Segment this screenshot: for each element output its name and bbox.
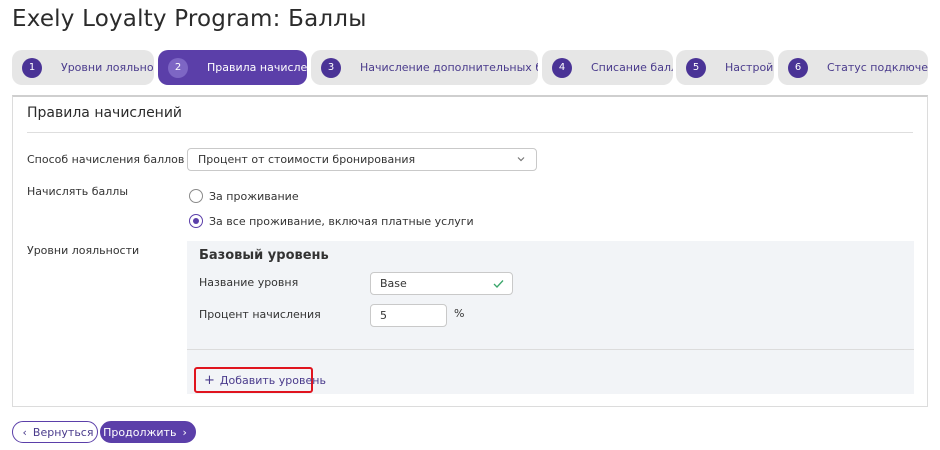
radio-button-selected[interactable] bbox=[189, 214, 203, 228]
level-name-input[interactable]: Base bbox=[370, 272, 513, 295]
radio-button[interactable] bbox=[189, 189, 203, 203]
check-icon bbox=[493, 280, 504, 288]
tab-label: Уровни лояльности bbox=[61, 61, 154, 74]
accrual-method-label: Способ начисления баллов bbox=[27, 153, 185, 166]
loyalty-levels-label: Уровни лояльности bbox=[27, 244, 140, 257]
tab-label: Настройки bbox=[725, 61, 774, 74]
radio-label: За все проживание, включая платные услуг… bbox=[209, 214, 474, 228]
continue-label: Продолжить bbox=[103, 425, 177, 439]
tab-label: Статус подключения bbox=[827, 61, 928, 74]
step-number: 6 bbox=[788, 57, 808, 78]
accrual-percent-value: 5 bbox=[380, 309, 387, 322]
accrual-percent-label: Процент начисления bbox=[199, 308, 321, 321]
tab-settings[interactable]: 5 Настройки bbox=[676, 50, 774, 85]
tab-accrual-rules[interactable]: 2 Правила начислений bbox=[158, 50, 307, 85]
tab-points-redemption[interactable]: 4 Списание баллов bbox=[542, 50, 673, 85]
accrual-percent-input[interactable]: 5 bbox=[370, 304, 447, 327]
section-title: Правила начислений bbox=[27, 105, 183, 121]
page-title: Exely Loyalty Program: Баллы bbox=[12, 6, 367, 32]
radio-accommodation-only[interactable]: За проживание bbox=[189, 189, 299, 203]
back-label: Вернуться bbox=[32, 425, 94, 439]
accrual-method-value: Процент от стоимости бронирования bbox=[198, 153, 416, 166]
chevron-down-icon bbox=[517, 157, 525, 162]
step-number: 2 bbox=[168, 57, 188, 78]
level-name-label: Название уровня bbox=[199, 276, 299, 289]
level-name-value: Base bbox=[380, 277, 407, 290]
tab-additional-points[interactable]: 3 Начисление дополнительных баллов bbox=[311, 50, 538, 85]
step-number: 5 bbox=[686, 57, 706, 78]
step-number: 1 bbox=[22, 57, 42, 78]
accrual-method-select[interactable]: Процент от стоимости бронирования bbox=[187, 148, 537, 171]
plus-icon: + bbox=[204, 372, 215, 388]
tab-label: Правила начислений bbox=[207, 61, 307, 74]
add-level-label: Добавить уровень bbox=[219, 373, 326, 387]
accrual-rules-panel: Правила начислений Способ начисления бал… bbox=[12, 95, 928, 407]
levels-divider bbox=[187, 349, 914, 350]
step-number: 3 bbox=[321, 57, 341, 78]
level-title: Базовый уровень bbox=[199, 248, 329, 263]
percent-unit: % bbox=[454, 307, 465, 320]
tab-label: Списание баллов bbox=[591, 61, 673, 74]
radio-label: За проживание bbox=[209, 189, 299, 203]
tab-label: Начисление дополнительных баллов bbox=[360, 61, 538, 74]
section-divider bbox=[27, 132, 913, 133]
back-button[interactable]: ‹ Вернуться bbox=[12, 421, 98, 443]
continue-button[interactable]: Продолжить › bbox=[100, 421, 196, 443]
tab-connection-status[interactable]: 6 Статус подключения bbox=[778, 50, 928, 85]
accrue-points-label: Начислять баллы bbox=[27, 185, 129, 198]
loyalty-levels-box: Базовый уровень Название уровня Base Про… bbox=[187, 241, 914, 394]
add-level-button[interactable]: + Добавить уровень bbox=[194, 367, 326, 393]
radio-accommodation-with-services[interactable]: За все проживание, включая платные услуг… bbox=[189, 214, 474, 228]
chevron-left-icon: ‹ bbox=[22, 425, 27, 439]
step-number: 4 bbox=[552, 57, 572, 78]
tab-loyalty-levels[interactable]: 1 Уровни лояльности bbox=[12, 50, 154, 85]
chevron-right-icon: › bbox=[182, 425, 187, 439]
